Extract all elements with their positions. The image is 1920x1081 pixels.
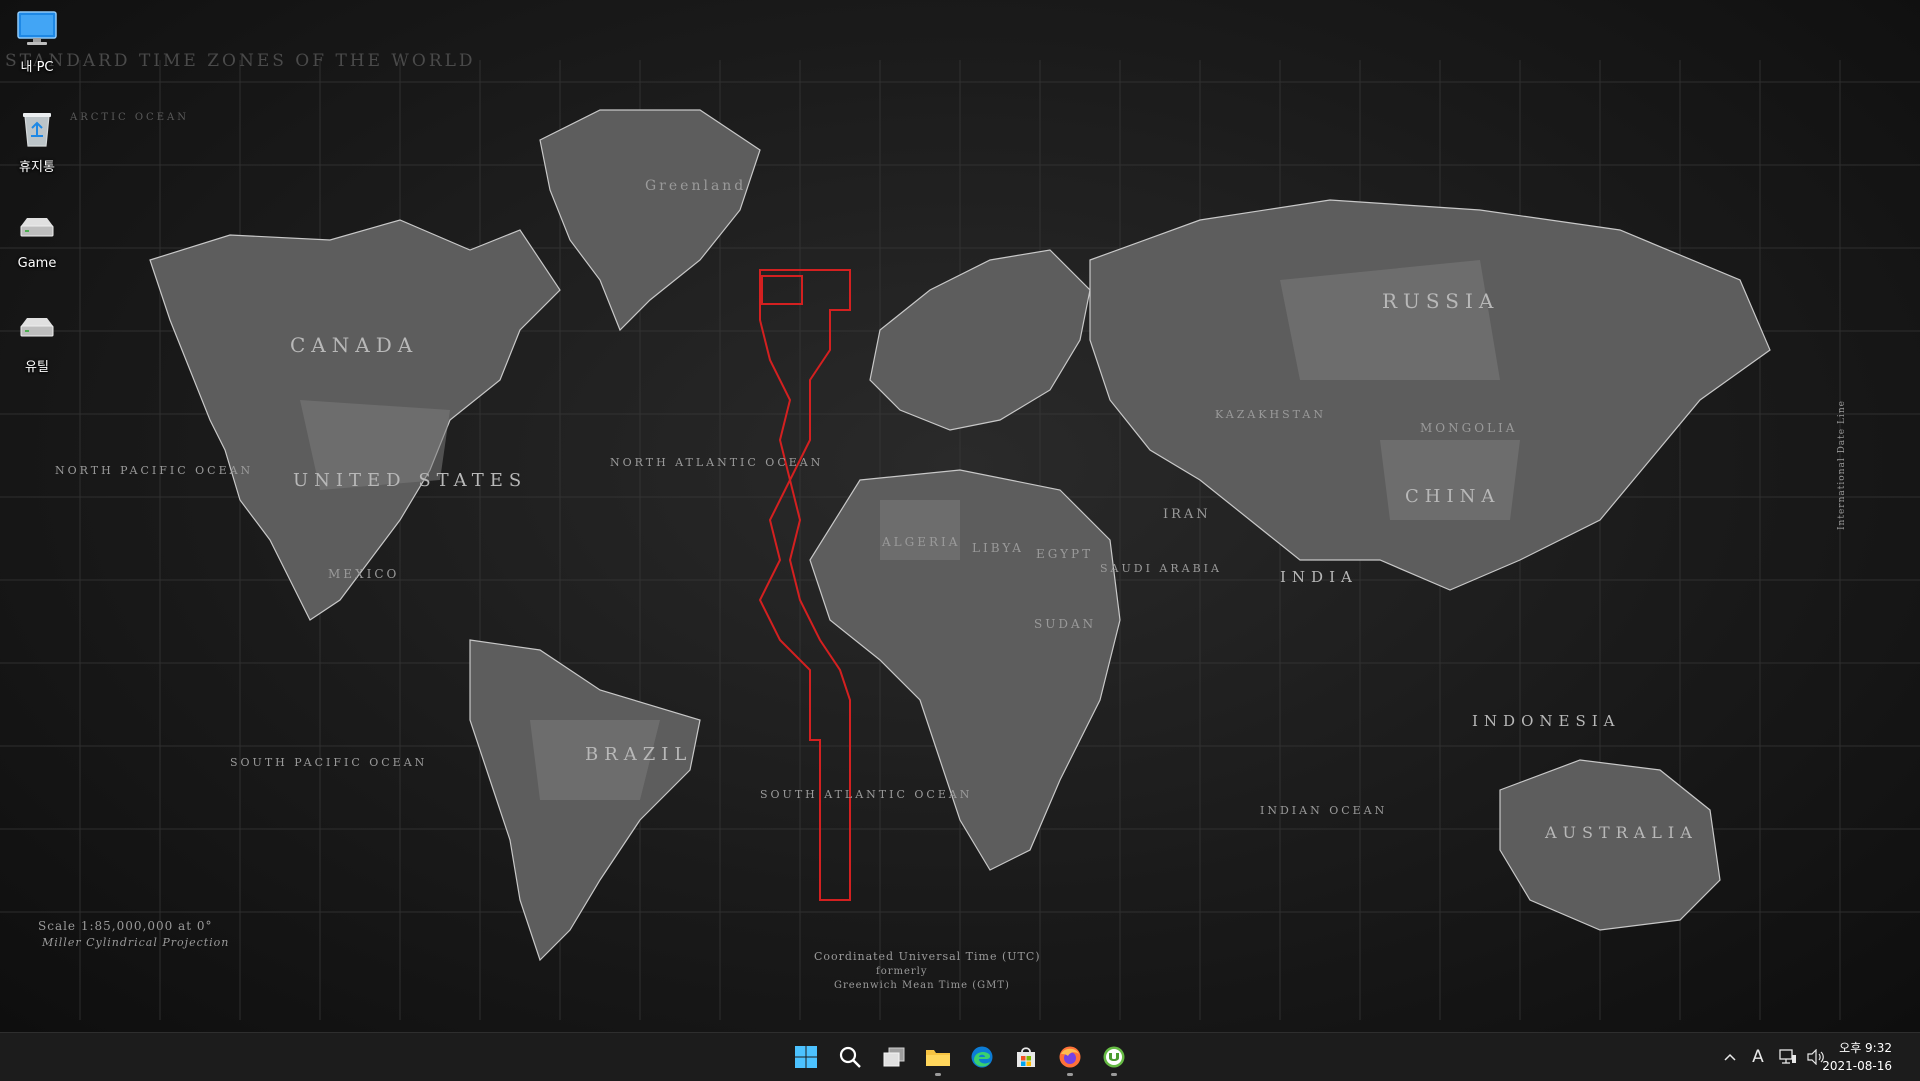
running-indicator — [935, 1073, 941, 1076]
network-icon — [1779, 1049, 1796, 1064]
label-south-atlantic: SOUTH ATLANTIC OCEAN — [760, 788, 972, 801]
search-icon — [839, 1046, 861, 1068]
network-button[interactable] — [1776, 1045, 1800, 1069]
desktop-icon-game[interactable]: Game — [6, 200, 68, 290]
desktop[interactable]: STANDARD TIME ZONES OF THE WORLD CANADA … — [0, 0, 1920, 1032]
desktop-icon-this-pc[interactable]: 내 PC — [6, 0, 68, 90]
chevron-up-icon — [1724, 1053, 1736, 1061]
running-indicator — [1067, 1073, 1073, 1076]
running-indicator — [1111, 1073, 1117, 1076]
label-iran: IRAN — [1163, 507, 1211, 522]
file-explorer-button[interactable] — [918, 1037, 958, 1077]
task-view-button[interactable] — [874, 1037, 914, 1077]
label-gmt: Greenwich Mean Time (GMT) — [834, 980, 1010, 991]
drive-icon — [15, 206, 59, 250]
clock[interactable]: 오후 9:32 2021-08-16 — [1812, 1039, 1892, 1075]
label-canada: CANADA — [290, 333, 418, 357]
edge-button[interactable] — [962, 1037, 1002, 1077]
label-north-pacific: NORTH PACIFIC OCEAN — [55, 464, 253, 477]
africa-shape — [809, 469, 1121, 871]
label-india: INDIA — [1280, 568, 1358, 586]
task-view-icon — [883, 1047, 905, 1067]
utorrent-button[interactable] — [1094, 1037, 1134, 1077]
store-icon — [1017, 1047, 1035, 1067]
drive-icon — [15, 306, 59, 350]
desktop-icon-label: Game — [17, 256, 57, 271]
label-mexico: MEXICO — [328, 567, 399, 581]
label-sudan: SUDAN — [1034, 617, 1096, 631]
label-utc-formerly: formerly — [876, 966, 928, 977]
australia-shape — [1499, 759, 1721, 931]
clock-date: 2021-08-16 — [1822, 1059, 1892, 1073]
label-china: CHINA — [1405, 486, 1500, 507]
label-indian-ocean: INDIAN OCEAN — [1260, 804, 1387, 817]
asia-shape — [1089, 199, 1771, 591]
firefox-button[interactable] — [1050, 1037, 1090, 1077]
firefox-icon — [1059, 1046, 1081, 1068]
label-united-states: UNITED STATES — [293, 470, 527, 491]
label-utc: Coordinated Universal Time (UTC) — [814, 950, 1041, 963]
label-kazakhstan: KAZAKHSTAN — [1215, 408, 1326, 421]
label-south-pacific: SOUTH PACIFIC OCEAN — [230, 756, 427, 769]
label-date-line: International Date Line — [1837, 400, 1847, 530]
clock-time: 오후 9:32 — [1839, 1041, 1892, 1055]
edge-icon — [971, 1046, 993, 1068]
search-button[interactable] — [830, 1037, 870, 1077]
ime-indicator[interactable]: A — [1746, 1045, 1770, 1069]
taskbar: A 오후 9:32 2021-08-16 — [0, 1032, 1920, 1081]
greenland-shape — [539, 109, 761, 332]
label-saudi-arabia: SAUDI ARABIA — [1100, 562, 1222, 575]
store-button[interactable] — [1006, 1037, 1046, 1077]
label-australia: AUSTRALIA — [1544, 823, 1698, 842]
label-egypt: EGYPT — [1036, 547, 1093, 561]
label-brazil: BRAZIL — [585, 744, 692, 765]
folder-icon — [926, 1050, 950, 1066]
desktop-icon-label: 휴지통 — [19, 160, 55, 175]
desktop-icon-label: 내 PC — [20, 60, 54, 75]
monitor-icon — [15, 6, 59, 50]
label-projection: Miller Cylindrical Projection — [41, 936, 229, 949]
start-button[interactable] — [786, 1037, 826, 1077]
windows-logo-icon — [795, 1046, 817, 1068]
desktop-icon-util[interactable]: 유틸 — [6, 300, 68, 390]
label-russia: RUSSIA — [1382, 289, 1499, 313]
world-timezone-wallpaper: STANDARD TIME ZONES OF THE WORLD CANADA … — [0, 51, 1920, 1020]
label-greenland: Greenland — [645, 178, 746, 194]
wallpaper-title: STANDARD TIME ZONES OF THE WORLD — [5, 51, 476, 71]
show-hidden-icons-button[interactable] — [1720, 1045, 1740, 1069]
label-arctic-ocean: ARCTIC OCEAN — [69, 112, 189, 123]
label-algeria: ALGERIA — [881, 535, 960, 549]
desktop-icon-label: 유틸 — [25, 360, 49, 375]
recycle-bin-icon — [15, 106, 59, 150]
label-north-atlantic: NORTH ATLANTIC OCEAN — [610, 456, 823, 469]
europe-shape — [869, 249, 1091, 431]
utorrent-icon — [1103, 1046, 1125, 1068]
label-indonesia: INDONESIA — [1472, 712, 1620, 730]
label-libya: LIBYA — [972, 541, 1024, 555]
label-scale: Scale 1:85,000,000 at 0° — [38, 919, 212, 933]
label-mongolia: MONGOLIA — [1420, 421, 1517, 435]
desktop-icon-recycle-bin[interactable]: 휴지통 — [6, 100, 68, 190]
